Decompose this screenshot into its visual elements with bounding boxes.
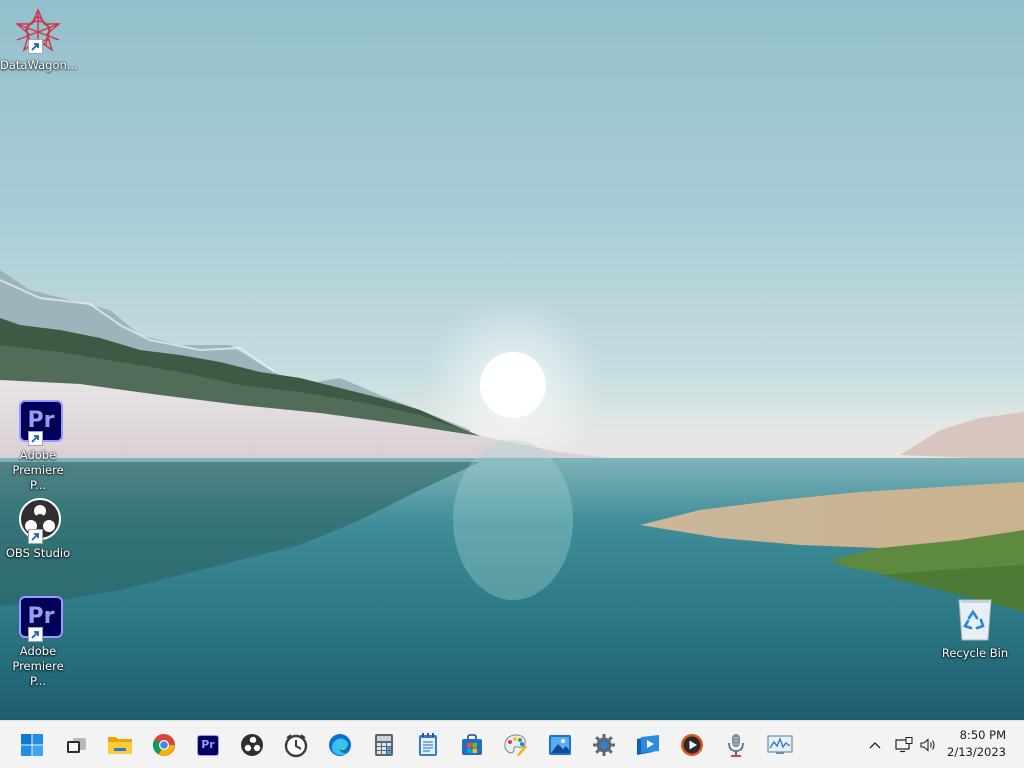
desktop-icon-datawagon[interactable]: DataWagon... [0,8,78,73]
voice-recorder-button[interactable] [720,729,752,761]
store-button[interactable] [456,729,488,761]
start-button[interactable] [16,729,48,761]
media-player-button[interactable] [632,729,664,761]
shortcut-arrow-icon [28,431,43,446]
windows-logo-icon [21,734,43,756]
taskbar: Pr 8:50 PM 2/13/2023 [0,720,1024,768]
desktop-icon-premiere-1[interactable]: Pr Adobe Premiere P... [0,398,76,493]
shortcut-arrow-icon [28,529,43,544]
task-view-button[interactable] [60,729,92,761]
tray-overflow-chevron[interactable] [864,729,886,761]
store-icon [462,734,482,755]
settings-button[interactable] [588,729,620,761]
datawagon-icon [14,8,62,56]
obs-taskbar-button[interactable] [236,729,268,761]
media-player-icon [637,735,659,755]
desktop-icon-label: Recycle Bin [941,646,1009,660]
paint-icon [504,734,527,756]
desktop-icon-label: Adobe Premiere P... [12,448,64,492]
chrome-icon [153,734,175,756]
premiere-icon: Pr [14,398,63,446]
notepad-button[interactable] [412,729,444,761]
clock-app-button[interactable] [280,729,312,761]
premiere-icon: Pr [197,734,219,756]
calculator-icon [375,734,393,756]
shortcut-arrow-icon [28,627,43,642]
paint-button[interactable] [500,729,532,761]
shortcut-arrow-icon [28,39,43,54]
desktop-icon-obs[interactable]: OBS Studio [0,496,76,561]
wallpaper-landscape [0,270,1024,720]
volume-control[interactable] [916,729,940,761]
gear-icon [593,734,615,756]
clock-time: 8:50 PM [959,728,1006,742]
desktop-icon-label: DataWagon... [0,58,78,72]
calculator-button[interactable] [368,729,400,761]
photos-icon [549,735,571,755]
photos-button[interactable] [544,729,576,761]
task-view-icon [67,738,86,753]
recycle-bin-icon [951,596,999,644]
taskbar-clock[interactable]: 8:50 PM 2/13/2023 [944,727,1006,761]
play-circle-icon [681,734,703,756]
edge-button[interactable] [324,729,356,761]
desktop-icon-label: Adobe Premiere P... [12,644,64,688]
network-status[interactable] [892,729,916,761]
desktop-icon-label: OBS Studio [5,546,71,560]
file-explorer-button[interactable] [104,729,136,761]
premiere-icon: Pr [14,594,63,642]
clock-date: 2/13/2023 [947,745,1006,759]
volume-icon [920,738,935,752]
alarm-clock-icon [284,734,308,758]
desktop-wallpaper [0,0,1024,720]
chrome-button[interactable] [148,729,180,761]
monitor-graph-icon [767,735,793,754]
premiere-taskbar-button[interactable]: Pr [192,729,224,761]
player-button[interactable] [676,729,708,761]
microphone-icon [728,734,744,757]
desktop-icon-recycle-bin[interactable]: Recycle Bin [937,596,1013,661]
obs-icon [14,496,62,544]
obs-icon [241,734,263,756]
network-icon [895,737,913,753]
desktop-icon-premiere-2[interactable]: Pr Adobe Premiere P... [0,594,76,689]
chevron-up-icon [869,742,881,749]
edge-icon [329,734,351,756]
performance-monitor-button[interactable] [764,729,796,761]
folder-icon [108,737,132,754]
notepad-icon [419,733,437,756]
